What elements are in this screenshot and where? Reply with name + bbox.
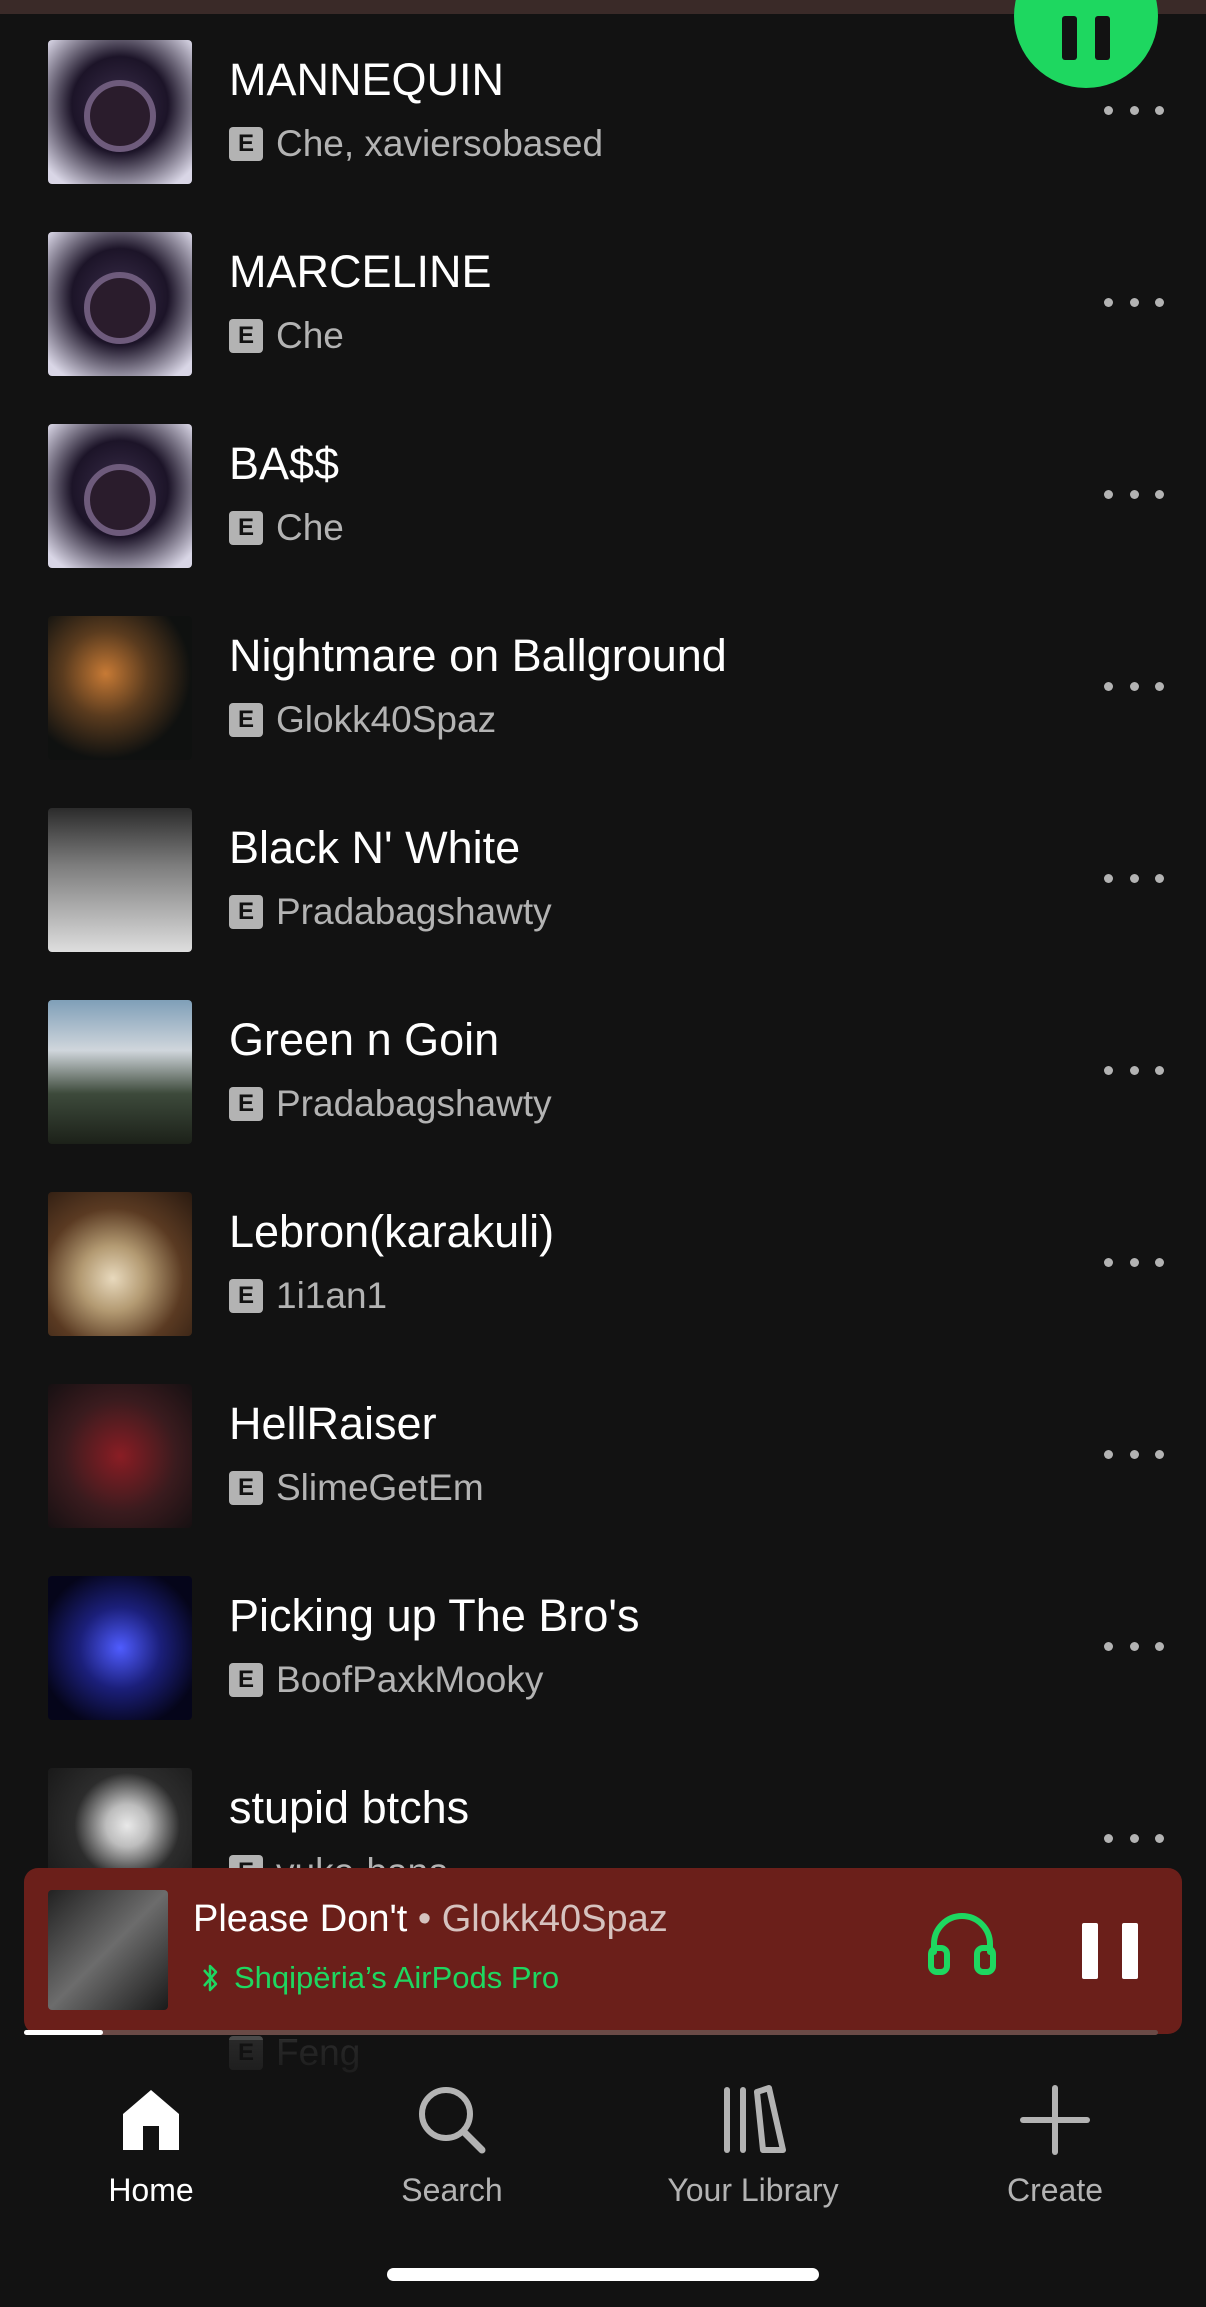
nav-search[interactable]: Search: [342, 2080, 562, 2209]
nav-library[interactable]: Your Library: [643, 2080, 863, 2209]
bluetooth-icon: [203, 1964, 218, 1992]
track-meta: E Pradabagshawty: [229, 891, 552, 932]
more-options-icon[interactable]: [1104, 290, 1164, 314]
album-art: [48, 1576, 192, 1720]
track-title: MARCELINE: [229, 246, 492, 297]
home-icon: [123, 2090, 179, 2150]
explicit-badge: E: [229, 511, 263, 545]
track-meta: E Glokk40Spaz: [229, 699, 497, 740]
more-options-icon[interactable]: [1104, 866, 1164, 890]
library-icon: [724, 2085, 786, 2153]
nav-library-label: Your Library: [667, 2172, 839, 2208]
track-row[interactable]: MARCELINE E Che: [0, 200, 1206, 392]
plus-icon: [1020, 2085, 1090, 2155]
track-row[interactable]: Picking up The Bro's E BoofPaxkMooky: [0, 1544, 1206, 1736]
explicit-badge: E: [229, 895, 263, 929]
explicit-badge: E: [229, 1087, 263, 1121]
bottom-nav: Home Search Your Library Create: [0, 2040, 1206, 2307]
track-title: MANNEQUIN: [229, 54, 505, 105]
track-meta: E BoofPaxkMooky: [229, 1659, 544, 1700]
pause-button[interactable]: [1082, 1923, 1138, 1979]
track-meta: E Che, xaviersobased: [229, 123, 604, 164]
track-artist: Che: [276, 315, 344, 356]
now-playing-art: [48, 1890, 168, 2010]
track-title: stupid btchs: [229, 1782, 470, 1833]
track-meta: E SlimeGetEm: [229, 1467, 484, 1508]
track-artist: Pradabagshawty: [276, 891, 552, 932]
track-title: Nightmare on Ballground: [229, 630, 727, 681]
now-playing-line: Please Don't • Glokk40Spaz: [193, 1898, 668, 1941]
more-options-icon[interactable]: [1104, 98, 1164, 122]
search-icon: [419, 2087, 486, 2154]
track-artist: 1i1an1: [276, 1275, 388, 1316]
nav-search-label: Search: [401, 2172, 503, 2208]
progress-fill: [24, 2030, 104, 2035]
pause-icon: [1082, 1923, 1098, 1979]
headphones-icon[interactable]: [924, 1906, 1000, 1982]
track-meta: E 1i1an1: [229, 1275, 388, 1316]
explicit-badge: E: [229, 319, 263, 353]
album-art: [48, 1384, 192, 1528]
track-artist: Glokk40Spaz: [276, 699, 497, 740]
album-art: [48, 40, 192, 184]
more-options-icon[interactable]: [1104, 1634, 1164, 1658]
more-options-icon[interactable]: [1104, 1442, 1164, 1466]
explicit-badge: E: [229, 127, 263, 161]
more-options-icon[interactable]: [1104, 1826, 1164, 1850]
track-row[interactable]: Black N' White E Pradabagshawty: [0, 776, 1206, 968]
track-artist: SlimeGetEm: [276, 1467, 484, 1508]
album-art: [48, 808, 192, 952]
track-row[interactable]: HellRaiser E SlimeGetEm: [0, 1352, 1206, 1544]
explicit-badge: E: [229, 1471, 263, 1505]
explicit-badge: E: [229, 1279, 263, 1313]
more-options-icon[interactable]: [1104, 1250, 1164, 1274]
track-title: HellRaiser: [229, 1398, 437, 1449]
nav-create[interactable]: Create: [945, 2080, 1165, 2209]
track-row[interactable]: Lebron(karakuli) E 1i1an1: [0, 1160, 1206, 1352]
connected-device: Shqipëria’s AirPods Pro: [234, 1960, 560, 1995]
track-row[interactable]: Green n Goin E Pradabagshawty: [0, 968, 1206, 1160]
track-meta: E Che: [229, 507, 344, 548]
track-title: Green n Goin: [229, 1014, 500, 1065]
more-options-icon[interactable]: [1104, 1058, 1164, 1082]
track-title: Black N' White: [229, 822, 521, 873]
pause-icon: [1062, 16, 1077, 60]
track-artist: Che, xaviersobased: [276, 123, 604, 164]
track-meta: E Che: [229, 315, 344, 356]
track-row[interactable]: BA$$ E Che: [0, 392, 1206, 584]
track-artist: Che: [276, 507, 344, 548]
explicit-badge: E: [229, 1663, 263, 1697]
now-playing-title: Please Don't: [193, 1898, 408, 1940]
more-options-icon[interactable]: [1104, 674, 1164, 698]
album-art: [48, 1000, 192, 1144]
playback-progress[interactable]: [24, 2030, 1158, 2035]
album-art: [48, 232, 192, 376]
album-art: [48, 1192, 192, 1336]
track-title: Lebron(karakuli): [229, 1206, 555, 1257]
explicit-badge: E: [229, 703, 263, 737]
device-line[interactable]: Shqipëria’s AirPods Pro: [200, 1960, 559, 1996]
track-meta: E Pradabagshawty: [229, 1083, 552, 1124]
track-row[interactable]: Nightmare on Ballground E Glokk40Spaz: [0, 584, 1206, 776]
now-playing-bar[interactable]: Please Don't • Glokk40Spaz Shqipëria’s A…: [24, 1868, 1182, 2034]
separator: •: [407, 1898, 442, 1940]
track-title: BA$$: [229, 438, 340, 489]
track-artist: Pradabagshawty: [276, 1083, 552, 1124]
nav-create-label: Create: [1006, 2172, 1104, 2208]
album-art: [48, 424, 192, 568]
track-artist: BoofPaxkMooky: [276, 1659, 544, 1700]
album-art: [48, 616, 192, 760]
more-options-icon[interactable]: [1104, 482, 1164, 506]
nav-home[interactable]: Home: [41, 2080, 261, 2209]
now-playing-artist: Glokk40Spaz: [441, 1898, 668, 1940]
home-indicator[interactable]: [387, 2268, 819, 2281]
nav-home-label: Home: [108, 2172, 194, 2208]
track-title: Picking up The Bro's: [229, 1590, 640, 1641]
